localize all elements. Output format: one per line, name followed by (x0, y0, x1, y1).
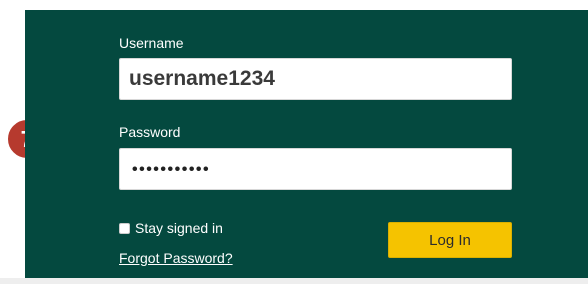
stay-signed-in-option[interactable]: Stay signed in (119, 219, 223, 237)
stay-signed-in-checkbox[interactable] (119, 222, 130, 234)
page-bottom-strip (0, 278, 588, 284)
password-input[interactable]: ••••••••••• (119, 148, 512, 190)
login-button[interactable]: Log In (388, 222, 512, 258)
forgot-password-link[interactable]: Forgot Password? (119, 250, 233, 266)
username-input[interactable]: username1234 (119, 58, 512, 100)
password-masked-value: ••••••••••• (132, 161, 211, 178)
username-value: username1234 (129, 67, 275, 90)
password-label: Password (119, 124, 181, 140)
stay-signed-in-label: Stay signed in (135, 220, 223, 236)
username-label: Username (119, 35, 184, 51)
